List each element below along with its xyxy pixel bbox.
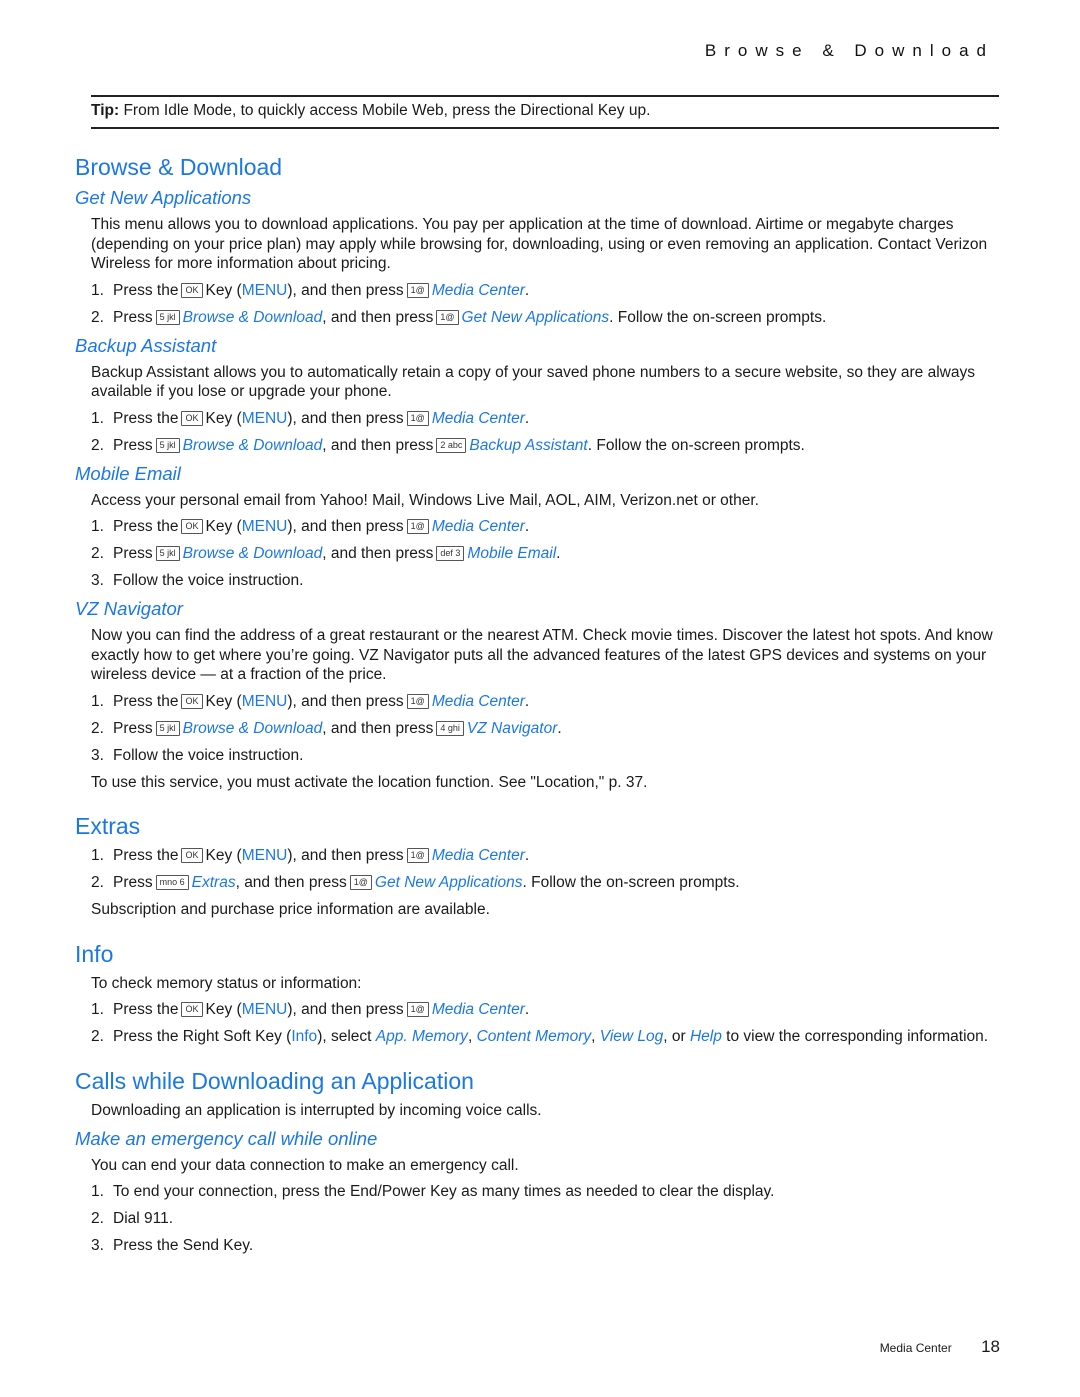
paragraph: Access your personal email from Yahoo! M… [91, 491, 759, 509]
step-2: 2. Press 5 jkl Browse & Download, and then … [91, 545, 561, 562]
key-1-icon: 1@ [406, 410, 429, 426]
step-2: 2. Press mno 6 Extras, and then press 1@ Get … [91, 874, 740, 891]
step-3: 3. Press the Send Key. [91, 1237, 254, 1254]
key-1-icon: 1@ [436, 309, 459, 325]
tip-text: From Idle Mode, to quickly access Mobile… [123, 102, 651, 119]
tip-box: Tip: From Idle Mode, to quickly access M… [91, 95, 999, 129]
key-1-icon: 1@ [406, 282, 429, 298]
step-2: 2. Dial 911. [91, 1210, 174, 1227]
footer-section: Media Center [879, 1341, 952, 1355]
step-1: 1. Press the OK Key (MENU), and then press 1… [91, 409, 530, 427]
paragraph: Now you can find the address of a great … [91, 627, 993, 683]
step-1: 1. Press the OK Key (MENU), and then press 1… [91, 281, 530, 299]
step-1: 1. Press the OK Key (MENU), and then press 1… [91, 847, 530, 864]
key-2-icon: 2 abc [436, 437, 467, 453]
step-1: 1. Press the OK Key (MENU), and then press 1… [91, 692, 530, 710]
heading-calls-while-downloading: Calls while Downloading an Application [75, 1068, 474, 1094]
key-1-icon: 1@ [406, 519, 429, 535]
ok-key-icon: OK [181, 282, 203, 298]
heading-extras: Extras [75, 813, 141, 839]
step-1: 1. Press the OK Key (MENU), and then press 1… [91, 518, 530, 535]
step-1: 1. To end your connection, press the End/… [91, 1183, 775, 1200]
key-5-icon: 5 jkl [155, 546, 180, 562]
key-3-icon: def 3 [436, 546, 465, 562]
ok-key-icon: OK [181, 519, 203, 535]
key-5-icon: 5 jkl [155, 720, 180, 736]
running-head: Browse & Download [704, 41, 994, 60]
subheading-emergency-call: Make an emergency call while online [75, 1127, 378, 1149]
paragraph: This menu allows you to download applica… [91, 216, 988, 272]
step-2: 2. Press 5 jkl Browse & Download, and then … [91, 436, 805, 454]
link-media-center: Media Center [431, 281, 525, 299]
key-1-icon: 1@ [349, 875, 372, 891]
key-1-icon: 1@ [406, 693, 429, 709]
heading-browse-download: Browse & Download [75, 154, 283, 180]
step-2: 2. Press the Right Soft Key (Info), selec… [91, 1028, 989, 1045]
key-5-icon: 5 jkl [155, 309, 180, 325]
ok-key-icon: OK [181, 693, 203, 709]
page-number: 18 [981, 1337, 1000, 1356]
content: Browse & Download Get New Applications T… [75, 154, 1000, 1263]
subheading-mobile-email: Mobile Email [75, 462, 181, 484]
key-6-icon: mno 6 [155, 875, 189, 891]
tip-label: Tip: [91, 102, 120, 119]
paragraph: Backup Assistant allows you to automatic… [91, 363, 975, 401]
key-1-icon: 1@ [406, 848, 429, 864]
step-1: 1. Press the OK Key (MENU), and then press 1… [91, 1001, 530, 1018]
ok-key-icon: OK [181, 1002, 203, 1018]
note: To use this service, you must activate t… [91, 773, 648, 791]
subheading-backup-assistant: Backup Assistant [75, 334, 217, 356]
paragraph: You can end your data connection to make… [91, 1156, 519, 1174]
note: Subscription and purchase price informat… [91, 901, 490, 918]
step-2: 2. Press 5 jkl Browse & Download, and then … [91, 308, 827, 326]
paragraph: Downloading an application is interrupte… [91, 1102, 542, 1119]
footer: Media Center 18 [880, 1337, 1000, 1357]
ok-key-icon: OK [181, 410, 203, 426]
step-3: 3. Follow the voice instruction. [91, 746, 304, 764]
key-5-icon: 5 jkl [155, 437, 180, 453]
subheading-get-new-applications: Get New Applications [75, 187, 252, 208]
ok-key-icon: OK [181, 848, 203, 864]
key-1-icon: 1@ [406, 1002, 429, 1018]
step-2: 2. Press 5 jkl Browse & Download, and then … [91, 719, 562, 737]
subheading-vz-navigator: VZ Navigator [75, 598, 183, 619]
step-3: 3. Follow the voice instruction. [91, 572, 304, 589]
key-4-icon: 4 ghi [436, 720, 464, 736]
paragraph: To check memory status or information: [91, 974, 362, 992]
heading-info: Info [75, 940, 114, 967]
